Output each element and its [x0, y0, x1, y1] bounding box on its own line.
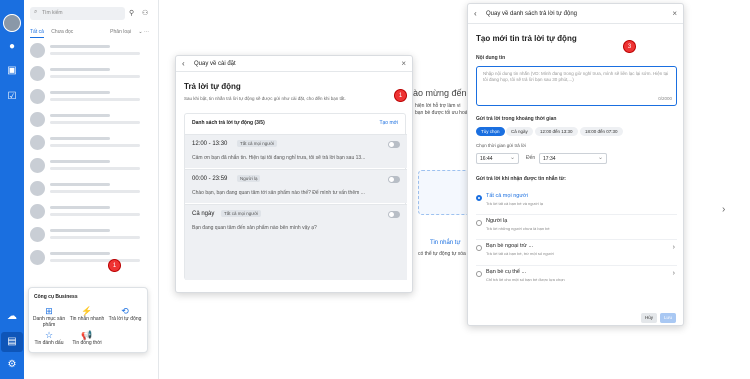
radio-button[interactable] — [476, 220, 482, 226]
auto-reply-item[interactable]: Cả ngày Tất cả mọi người Bạn đang quan t… — [185, 204, 407, 280]
chevron-right-icon: › — [672, 270, 675, 277]
app-sidebar: ● ▣ ☑ ☁ ▤ ⚙ — [0, 0, 24, 379]
create-auto-reply-dialog: ‹ Quay về danh sách trả lời tự động × Tạo … — [467, 3, 684, 326]
toggle-switch[interactable] — [388, 141, 400, 148]
cloud-icon[interactable]: ☁ — [5, 310, 19, 324]
cancel-button[interactable]: Hủy — [641, 313, 658, 323]
save-button[interactable]: Lưu — [660, 313, 677, 323]
welcome-heading: ào mừng đến v — [413, 88, 474, 98]
list-item[interactable] — [30, 89, 155, 107]
chip-custom[interactable]: Tùy chọn — [476, 127, 505, 136]
list-item[interactable] — [30, 112, 155, 130]
audience-tag: Người lạ — [237, 175, 261, 182]
auto-reply-icon: ⟲ — [121, 306, 129, 316]
chevron-down-icon: ⌄ — [597, 155, 603, 161]
business-tools-icon[interactable]: ▤ — [5, 335, 19, 349]
recipient-option-specific[interactable]: Bạn bè cụ thể ... Chỉ trả lời cho một số … — [476, 265, 677, 287]
quick-message-icon: ⚡ — [81, 306, 93, 316]
radio-button[interactable] — [476, 245, 482, 251]
recipient-option-strangers[interactable]: Người lạ Trả lời những người chưa là bạn … — [476, 214, 677, 236]
create-group-icon[interactable]: ⚇ — [142, 9, 148, 17]
catalog-icon: ⊞ — [45, 306, 53, 316]
content-label: Nội dung tin — [476, 55, 506, 61]
back-icon[interactable]: ‹ — [474, 9, 477, 18]
end-time-select[interactable]: 17:34 ⌄ — [539, 153, 607, 164]
promo-text: có thể tự động tự xóa — [418, 251, 466, 257]
toggle-switch[interactable] — [388, 211, 400, 218]
close-icon[interactable]: × — [672, 9, 677, 18]
char-counter: 0/2000 — [658, 96, 672, 101]
dialog-title: Tạo mới tin trả lời tự động — [476, 34, 577, 43]
list-item[interactable] — [30, 43, 155, 61]
next-slide-icon[interactable]: › — [722, 204, 725, 215]
chip-night[interactable]: 18:00 đến 07:30 — [580, 127, 623, 136]
step-badge: 3 — [623, 40, 636, 53]
welcome-text: bạn bè được tối ưu hoá c — [415, 110, 472, 116]
chat-icon[interactable]: ● — [5, 40, 19, 54]
auto-reply-dialog: ‹ Quay về cài đặt × Trả lời tự động Sau kh… — [175, 55, 413, 293]
recipient-option-except[interactable]: Bạn bè ngoại trừ ... Trả lời tất cả bạn b… — [476, 239, 677, 261]
tab-all[interactable]: Tất cả — [30, 29, 44, 38]
create-new-link[interactable]: Tạo mới — [379, 120, 398, 126]
step-badge: 1 — [394, 89, 407, 102]
welcome-text: hiện lời hỗ trợ làm vi — [415, 103, 461, 109]
recipient-label: Gửi trả lời khi nhận được tin nhắn từ: — [476, 176, 566, 182]
list-title: Danh sách trả lời tự động (3/5) — [192, 120, 265, 126]
chip-all-day[interactable]: Cả ngày — [506, 127, 533, 136]
avatar[interactable] — [3, 14, 21, 32]
tab-unread[interactable]: Chưa đọc — [51, 29, 73, 35]
dialog-header: ‹ Quay về danh sách trả lời tự động × — [468, 4, 683, 24]
catalog-button[interactable]: ⊞ Danh mục sản phẩm — [31, 306, 67, 328]
radio-button[interactable] — [476, 271, 482, 277]
filter-dropdown[interactable]: Phân loại ⌄ ⋯ — [110, 29, 149, 35]
dialog-header: ‹ Quay về cài đặt × — [176, 56, 412, 72]
contacts-icon[interactable]: ▣ — [5, 64, 19, 78]
settings-icon[interactable]: ⚙ — [5, 358, 19, 372]
chevron-right-icon: › — [672, 244, 675, 251]
toggle-switch[interactable] — [388, 176, 400, 183]
broadcast-icon: 📢 — [81, 330, 93, 340]
business-tools-title: Công cụ Business — [34, 294, 78, 300]
step-badge: 1 — [108, 259, 121, 272]
radio-button[interactable] — [476, 195, 482, 201]
list-item[interactable] — [30, 66, 155, 84]
close-icon[interactable]: × — [401, 59, 406, 68]
back-icon[interactable]: ‹ — [182, 59, 185, 68]
list-item[interactable] — [30, 250, 155, 268]
list-item[interactable] — [30, 181, 155, 199]
todo-icon[interactable]: ☑ — [5, 90, 19, 104]
auto-reply-item[interactable]: 00:00 - 23:59 Người lạ Chào bạn, bạn đan… — [185, 169, 407, 203]
chevron-down-icon: ⌄ — [509, 155, 515, 161]
list-item[interactable] — [30, 227, 155, 245]
recipient-option-all[interactable]: Tất cả mọi người Trả lời tất cả bạn bè và… — [476, 190, 677, 212]
list-item[interactable] — [30, 135, 155, 153]
dialog-description: Sau khi bật, tin nhắn trả lời tự động sẽ… — [184, 96, 346, 101]
to-label: Đến — [526, 155, 536, 161]
dialog-title: Trả lời tự động — [184, 82, 241, 91]
add-friend-icon[interactable]: ⚲ — [129, 9, 134, 17]
chip-noon[interactable]: 12:00 đến 13:30 — [535, 127, 578, 136]
business-tools-menu: Công cụ Business ⊞ Danh mục sản phẩm ⚡ Tin… — [28, 287, 148, 353]
conversation-tabs: Tất cả Chưa đọc Phân loại ⌄ ⋯ — [30, 29, 155, 38]
message-content-input[interactable]: Nhập nội dung tin nhắn (VD: Mình đang tr… — [476, 66, 677, 106]
search-icon: ⌕ — [34, 9, 38, 15]
auto-reply-item[interactable]: 12:00 - 13:30 Tất cả mọi người Cảm ơn bạ… — [185, 134, 407, 168]
starred-message-button[interactable]: ☆ Tin đánh dấu — [31, 330, 67, 346]
auto-reply-button[interactable]: ⟲ Trả lời tự động — [107, 306, 143, 322]
audience-tag: Tất cả mọi người — [221, 210, 262, 217]
quick-message-button[interactable]: ⚡ Tin nhắn nhanh — [69, 306, 105, 322]
pick-time-label: Chọn thời gian gửi trả lời — [476, 143, 526, 148]
search-input[interactable]: ⌕ Tìm kiếm — [30, 7, 125, 20]
auto-reply-list: Danh sách trả lời tự động (3/5) Tạo mới … — [184, 113, 407, 280]
list-item[interactable] — [30, 158, 155, 176]
broadcast-button[interactable]: 📢 Tin đồng thời — [69, 330, 105, 346]
list-item[interactable] — [30, 204, 155, 222]
start-time-select[interactable]: 16:44 ⌄ — [476, 153, 519, 164]
promo-title: Tin nhắn tự — [430, 240, 461, 246]
audience-tag: Tất cả mọi người — [237, 140, 278, 147]
star-icon: ☆ — [44, 330, 54, 340]
time-range-label: Gửi trả lời trong khoảng thời gian — [476, 116, 557, 122]
